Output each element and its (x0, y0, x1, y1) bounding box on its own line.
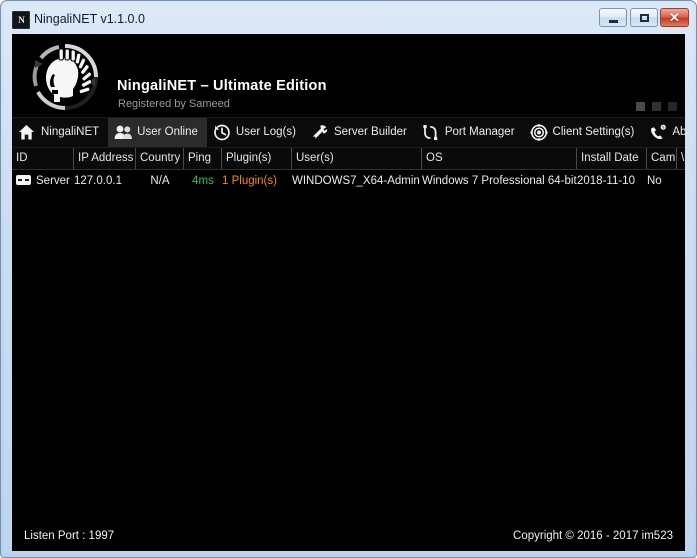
network-port-icon (422, 118, 440, 147)
window-frame-inner: N NingaliNET v1.1.0.0 ✕ NingaliNET – Ult… (4, 4, 693, 554)
column-header-partial[interactable]: \ (677, 148, 685, 169)
nav-label: NingaliNET (41, 126, 100, 138)
nav-label: User Log(s) (235, 126, 296, 138)
nav-label: Port Manager (444, 126, 515, 138)
cell-id-text: Server (36, 175, 70, 187)
application-body: NingaliNET – Ultimate Edition Registered… (12, 34, 685, 546)
close-icon: ✕ (669, 10, 680, 25)
cell-country: N/A (150, 175, 170, 187)
nav-label: Client Setting(s) (552, 126, 635, 138)
minimize-button[interactable] (599, 8, 627, 27)
table-header-row: ID IP Address Country Ping Plugin(s) Use… (12, 148, 685, 170)
column-header-ip-address[interactable]: IP Address (74, 148, 136, 169)
target-gear-icon (529, 118, 548, 147)
branding-header: NingaliNET – Ultimate Edition Registered… (12, 34, 685, 117)
nav-label: About Me (672, 126, 685, 138)
brand-subtitle: Registered by Sameed (118, 98, 230, 110)
column-header-country[interactable]: Country (136, 148, 184, 169)
column-header-os[interactable]: OS (422, 148, 577, 169)
header-square-1 (636, 102, 645, 111)
cell-ip-address: 127.0.0.1 (74, 175, 122, 187)
cell-plugins: 1 Plugin(s) (222, 175, 277, 187)
header-square-2 (652, 102, 661, 111)
nav-label: Server Builder (333, 126, 407, 138)
maximize-button[interactable] (630, 8, 658, 27)
footer-bar: Listen Port : 1997 Copyright © 2016 - 20… (12, 525, 685, 551)
copyright-label: Copyright © 2016 - 2017 im523 (513, 530, 673, 542)
nav-item-port-manager[interactable]: Port Manager (416, 118, 524, 147)
nav-item-user-online[interactable]: User Online (108, 118, 207, 147)
app-icon: N (12, 11, 30, 29)
computer-badge-icon (16, 174, 31, 185)
home-icon (18, 118, 36, 147)
column-header-plugins[interactable]: Plugin(s) (222, 148, 292, 169)
column-header-id[interactable]: ID (12, 148, 74, 169)
navigation-bar: NingaliNET User Online User Log(s) Serve… (12, 117, 685, 148)
cell-id: Server (12, 171, 74, 191)
listen-port-label: Listen Port : 1997 (24, 530, 115, 542)
clock-history-icon (213, 118, 231, 147)
close-button[interactable]: ✕ (660, 8, 689, 27)
window-title: NingaliNET v1.1.0.0 (34, 12, 145, 26)
table-row[interactable]: Server 127.0.0.1 N/A 4ms 1 Plugin(s) WIN… (12, 171, 685, 191)
column-header-install-date[interactable]: Install Date (577, 148, 647, 169)
users-icon (114, 118, 133, 147)
cell-cam: No (647, 175, 662, 187)
minimize-icon (600, 9, 626, 26)
spartan-helmet-logo (24, 40, 106, 114)
nav-item-about-me[interactable]: 9 About Me (643, 118, 685, 147)
nav-item-user-logs[interactable]: User Log(s) (207, 118, 305, 147)
tools-icon (311, 118, 329, 147)
title-bar[interactable]: N NingaliNET v1.1.0.0 ✕ (4, 4, 693, 34)
column-header-users[interactable]: User(s) (292, 148, 422, 169)
nav-item-ningalinet[interactable]: NingaliNET (12, 118, 108, 147)
header-square-3 (668, 102, 677, 111)
brand-title: NingaliNET – Ultimate Edition (117, 78, 327, 94)
nav-item-server-builder[interactable]: Server Builder (305, 118, 416, 147)
maximize-icon (631, 9, 657, 26)
cell-install-date: 2018-11-10 (577, 175, 635, 187)
nav-item-client-settings[interactable]: Client Setting(s) (524, 118, 644, 147)
cell-users: WINDOWS7_X64-Admin (292, 175, 420, 187)
cell-os: Windows 7 Professional 64-bit (422, 175, 577, 187)
user-list-table: ID IP Address Country Ping Plugin(s) Use… (12, 148, 685, 514)
window-frame: N NingaliNET v1.1.0.0 ✕ NingaliNET – Ult… (0, 0, 697, 558)
column-header-ping[interactable]: Ping (184, 148, 222, 169)
cell-ping: 4ms (192, 175, 214, 187)
phone-icon: 9 (649, 118, 667, 147)
nav-label: User Online (137, 126, 198, 138)
column-header-cam[interactable]: Cam (647, 148, 677, 169)
